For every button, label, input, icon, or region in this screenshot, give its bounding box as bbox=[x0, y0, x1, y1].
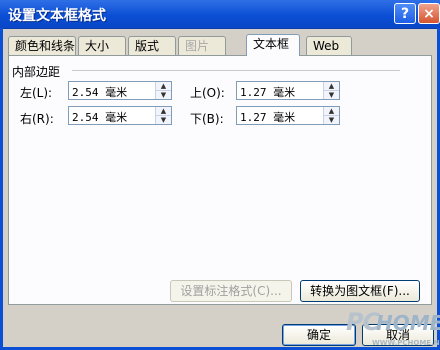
tab-layout[interactable]: 版式 bbox=[128, 36, 176, 55]
tab-textbox[interactable]: 文本框 bbox=[246, 34, 300, 56]
spin-down-icon[interactable]: ▼ bbox=[324, 91, 339, 99]
tab-picture: 图片 bbox=[178, 36, 226, 55]
group-divider bbox=[72, 70, 400, 71]
right-margin-label: 右(R): bbox=[20, 112, 54, 126]
ok-button[interactable]: 确定 bbox=[282, 324, 356, 346]
top-margin-arrows: ▲ ▼ bbox=[323, 82, 339, 99]
left-margin-spinner[interactable]: 2.54 毫米 ▲ ▼ bbox=[68, 81, 172, 100]
tab-colors-lines[interactable]: 颜色和线条 bbox=[8, 36, 76, 55]
bottom-margin-value[interactable]: 1.27 毫米 bbox=[240, 109, 295, 125]
spin-down-icon[interactable]: ▼ bbox=[324, 116, 339, 124]
title-bar: 设置文本框格式 ? × bbox=[0, 0, 440, 29]
spin-up-icon[interactable]: ▲ bbox=[324, 107, 339, 116]
window-title: 设置文本框格式 bbox=[8, 8, 106, 24]
spin-down-icon[interactable]: ▼ bbox=[156, 116, 171, 124]
bottom-margin-spinner[interactable]: 1.27 毫米 ▲ ▼ bbox=[236, 106, 340, 125]
bottom-margin-arrows: ▲ ▼ bbox=[323, 107, 339, 124]
tab-web[interactable]: Web bbox=[306, 36, 352, 55]
pchome-watermark: PC HOME WWW.PCHOME.NET bbox=[346, 308, 440, 350]
spin-up-icon[interactable]: ▲ bbox=[324, 82, 339, 91]
bottom-margin-label: 下(B): bbox=[190, 112, 224, 126]
close-button[interactable]: × bbox=[418, 3, 440, 24]
left-margin-arrows: ▲ ▼ bbox=[155, 82, 171, 99]
internal-margins-title: 内部边距 bbox=[12, 63, 65, 80]
top-margin-label: 上(O): bbox=[190, 86, 225, 100]
top-margin-value[interactable]: 1.27 毫米 bbox=[240, 84, 295, 100]
help-button[interactable]: ? bbox=[394, 3, 416, 24]
watermark-url: WWW.PCHOME.NET bbox=[372, 339, 440, 347]
spin-up-icon[interactable]: ▲ bbox=[156, 82, 171, 91]
left-margin-value[interactable]: 2.54 毫米 bbox=[72, 84, 127, 100]
left-margin-label: 左(L): bbox=[20, 86, 53, 100]
right-margin-spinner[interactable]: 2.54 毫米 ▲ ▼ bbox=[68, 106, 172, 125]
tab-size[interactable]: 大小 bbox=[78, 36, 126, 55]
right-margin-arrows: ▲ ▼ bbox=[155, 107, 171, 124]
convert-to-frame-button[interactable]: 转换为图文框(F)... bbox=[300, 280, 420, 302]
watermark-home: HOME bbox=[376, 311, 440, 335]
top-margin-spinner[interactable]: 1.27 毫米 ▲ ▼ bbox=[236, 81, 340, 100]
watermark-pc: PC bbox=[346, 308, 380, 336]
spin-up-icon[interactable]: ▲ bbox=[156, 107, 171, 116]
right-margin-value[interactable]: 2.54 毫米 bbox=[72, 109, 127, 125]
spin-down-icon[interactable]: ▼ bbox=[156, 91, 171, 99]
format-callout-button: 设置标注格式(C)... bbox=[170, 280, 292, 302]
